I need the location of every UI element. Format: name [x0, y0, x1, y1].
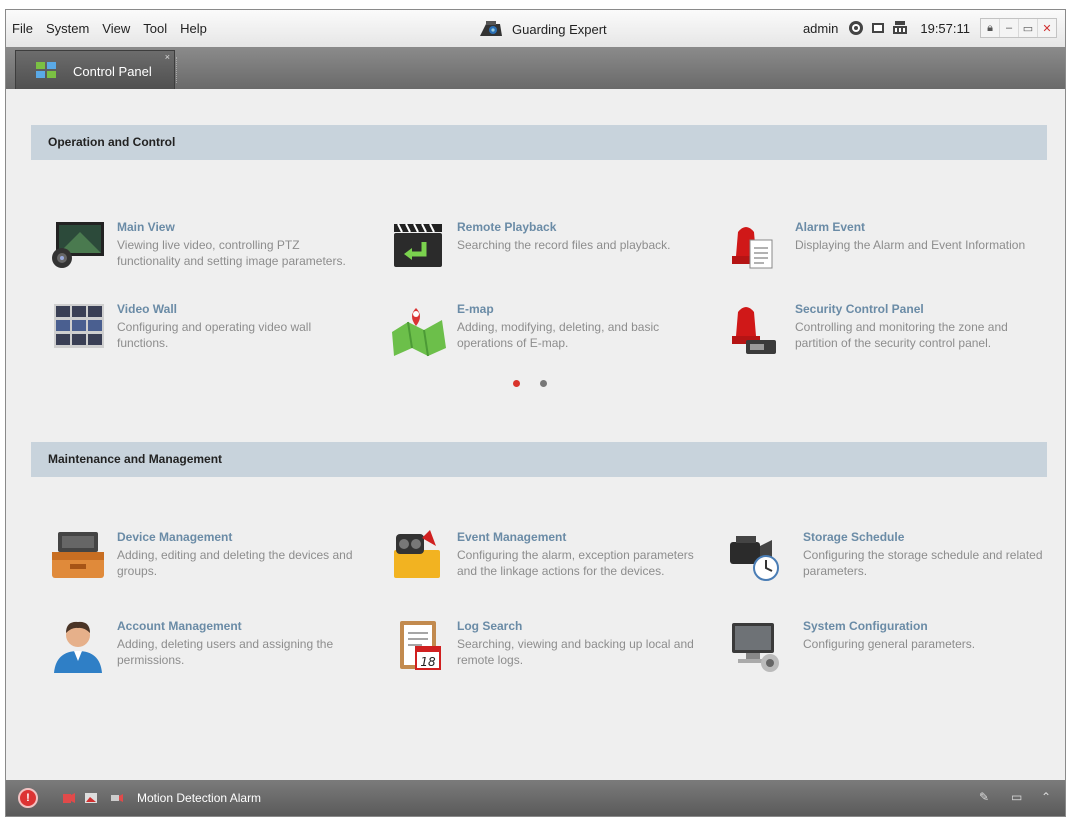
menu-view[interactable]: View	[102, 21, 130, 36]
account-management-icon	[54, 621, 102, 673]
module-video-wall[interactable]: Video Wall Configuring and operating vid…	[50, 302, 350, 372]
section-operation-header: Operation and Control	[31, 125, 1047, 160]
page-indicator	[513, 380, 567, 387]
module-desc: Configuring general parameters.	[803, 637, 976, 651]
network-icon	[849, 21, 864, 35]
security-panel-icon	[732, 307, 776, 354]
page-dot[interactable]	[540, 380, 547, 387]
main-view-icon	[52, 222, 104, 268]
module-log-search[interactable]: 18 Log Search Searching, viewing and bac…	[390, 619, 694, 689]
restore-icon[interactable]: ▭	[1011, 790, 1022, 804]
maximize-button[interactable]: ▭	[1019, 19, 1038, 37]
status-text: Motion Detection Alarm	[137, 791, 262, 805]
module-title: Remote Playback	[457, 220, 557, 234]
module-title: Security Control Panel	[795, 302, 924, 316]
tab-label: Control Panel	[73, 64, 152, 79]
ram-icon	[893, 21, 908, 34]
tab-bar: Control Panel ×	[6, 47, 1065, 89]
module-storage-schedule[interactable]: Storage Schedule Configuring the storage…	[728, 530, 1043, 600]
expand-up-icon[interactable]: ⌃	[1041, 790, 1051, 804]
video-wall-icon	[54, 304, 104, 348]
module-account-management[interactable]: Account Management Adding, deleting user…	[50, 619, 350, 689]
calendar-day: 18	[420, 655, 436, 669]
camera-logo-icon	[480, 21, 502, 36]
status-bar: ! Motion Detection Alarm ✎ ▭ ⌃	[6, 780, 1065, 816]
module-device-management[interactable]: Device Management Adding, editing and de…	[50, 530, 353, 600]
pin-icon[interactable]: ✎	[979, 790, 989, 804]
motion-detection-icon[interactable]	[110, 792, 124, 804]
alarm-sound-icon[interactable]	[62, 792, 76, 804]
module-desc: Adding, editing and deleting the devices…	[117, 548, 353, 578]
minimize-button[interactable]: –	[1000, 19, 1019, 37]
module-title: Event Management	[457, 530, 567, 544]
module-alarm-event[interactable]: Alarm Event Displaying the Alarm and Eve…	[728, 220, 1028, 290]
app-title: Guarding Expert	[478, 20, 607, 38]
menu-system[interactable]: System	[46, 21, 89, 36]
tab-separator	[176, 57, 178, 83]
module-desc: Searching the record files and playback.	[457, 238, 671, 252]
page-dot-active[interactable]	[513, 380, 520, 387]
module-desc: Adding, deleting users and assigning the…	[117, 637, 334, 667]
module-title: Video Wall	[117, 302, 178, 316]
module-desc: Searching, viewing and backing up local …	[457, 637, 694, 667]
module-desc: Configuring the alarm, exception paramet…	[457, 548, 694, 578]
device-management-icon	[52, 532, 104, 578]
section-maintenance-header: Maintenance and Management	[31, 442, 1047, 477]
close-button[interactable]: ✕	[1038, 19, 1056, 37]
module-main-view[interactable]: Main View Viewing live video, controllin…	[50, 220, 350, 290]
lock-icon[interactable]: 🔒︎	[981, 19, 1000, 37]
module-title: Device Management	[117, 530, 233, 544]
tab-close-icon[interactable]: ×	[165, 52, 170, 62]
module-title: Main View	[117, 220, 175, 234]
module-security-control-panel[interactable]: Security Control Panel Controlling and m…	[728, 302, 1028, 372]
module-title: Alarm Event	[795, 220, 866, 234]
module-title: Log Search	[457, 619, 523, 633]
emap-icon	[392, 308, 446, 357]
alarm-warning-icon[interactable]: !	[18, 788, 38, 808]
menu-tool[interactable]: Tool	[143, 21, 167, 36]
menu-help[interactable]: Help	[180, 21, 207, 36]
window-controls: 🔒︎ – ▭ ✕	[980, 18, 1057, 38]
menu-bar: File System View Tool Help Guarding Expe…	[6, 10, 1065, 48]
current-user[interactable]: admin	[803, 21, 838, 36]
module-title: E-map	[457, 302, 494, 316]
module-desc: Viewing live video, controlling PTZ func…	[117, 238, 346, 268]
module-desc: Adding, modifying, deleting, and basic o…	[457, 320, 660, 350]
module-emap[interactable]: E-map Adding, modifying, deleting, and b…	[390, 302, 690, 372]
module-remote-playback[interactable]: Remote Playback Searching the record fil…	[390, 220, 690, 290]
storage-schedule-icon	[730, 536, 779, 581]
module-event-management[interactable]: Event Management Configuring the alarm, …	[390, 530, 694, 600]
module-desc: Displaying the Alarm and Event Informati…	[795, 238, 1026, 252]
app-window: File System View Tool Help Guarding Expe…	[5, 9, 1066, 817]
alarm-picture-icon[interactable]	[84, 792, 98, 804]
menu-file[interactable]: File	[12, 21, 33, 36]
module-system-configuration[interactable]: System Configuration Configuring general…	[728, 619, 1028, 689]
event-management-icon	[394, 530, 440, 578]
remote-playback-icon	[394, 223, 442, 267]
cpu-icon	[872, 23, 885, 33]
module-desc: Controlling and monitoring the zone and …	[795, 320, 1008, 350]
module-title: System Configuration	[803, 619, 928, 633]
module-desc: Configuring the storage schedule and rel…	[803, 548, 1043, 578]
module-title: Account Management	[117, 619, 242, 633]
log-search-icon: 18	[400, 621, 441, 670]
system-configuration-icon	[732, 623, 779, 672]
alarm-event-icon	[732, 227, 773, 269]
app-title-text: Guarding Expert	[512, 21, 607, 37]
tab-control-panel[interactable]: Control Panel ×	[15, 50, 175, 89]
module-desc: Configuring and operating video wall fun…	[117, 320, 312, 350]
control-panel-icon	[36, 62, 56, 78]
module-title: Storage Schedule	[803, 530, 905, 544]
clock: 19:57:11	[920, 20, 970, 36]
